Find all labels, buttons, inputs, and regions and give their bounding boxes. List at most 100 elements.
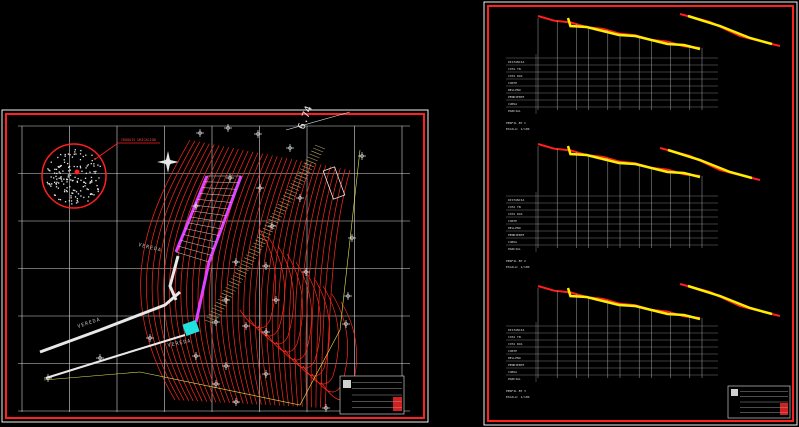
map-speck [68, 200, 70, 202]
map-speck [60, 176, 62, 178]
map-speck [64, 153, 66, 156]
map-speck [57, 156, 59, 159]
map-speck [71, 180, 74, 182]
map-speck [54, 194, 56, 196]
left-title-block[interactable] [339, 375, 405, 415]
map-speck [55, 175, 57, 178]
map-speck [76, 198, 79, 200]
map-speck [80, 149, 82, 152]
map-speck [89, 171, 91, 173]
map-speck [64, 155, 66, 157]
map-speck [94, 172, 96, 174]
title-block-logo-icon [731, 389, 738, 396]
map-speck [91, 159, 93, 162]
map-speck [53, 177, 55, 179]
map-speck [50, 176, 52, 178]
map-speck [73, 165, 75, 168]
map-speck [67, 153, 70, 155]
map-speck [57, 165, 59, 168]
map-speck [80, 195, 82, 197]
map-speck [50, 161, 52, 163]
cad-drawing-canvas[interactable]: CROQUIS UBICACION VEREDA VEREDA VEREDA 6… [0, 0, 799, 427]
table-row-label: PENDIENTE [508, 95, 524, 99]
map-speck [87, 164, 89, 166]
table-row-label: PENDIENTE [508, 363, 524, 367]
map-speck [86, 165, 88, 167]
right-title-block[interactable] [727, 385, 791, 419]
map-speck [68, 170, 70, 172]
table-row-label: DISTANCIA [508, 198, 524, 202]
map-speck [69, 186, 71, 188]
map-speck [76, 199, 78, 202]
map-speck [55, 183, 58, 185]
map-speck [76, 165, 78, 168]
map-speck [58, 198, 60, 201]
table-row-label: PARCIAL [508, 247, 521, 251]
map-speck [61, 180, 63, 182]
map-speck [67, 174, 70, 176]
map-speck [93, 163, 95, 165]
table-row-label: CURVA [508, 102, 517, 106]
map-speck [63, 178, 65, 180]
map-speck [99, 165, 101, 168]
map-speck [95, 179, 97, 182]
map-speck [54, 168, 56, 170]
location-map-label: CROQUIS UBICACION [121, 138, 156, 142]
map-speck [85, 172, 88, 174]
map-speck [84, 177, 87, 179]
map-speck [93, 170, 95, 173]
map-speck [56, 181, 58, 183]
map-speck [60, 164, 62, 167]
map-speck [70, 179, 72, 181]
map-speck [46, 181, 49, 184]
table-row-label: COTA RAS [508, 342, 523, 346]
profile-caption: PERFIL EP 1 [506, 121, 526, 125]
map-speck [63, 183, 65, 185]
map-speck [59, 199, 62, 201]
map-speck [97, 164, 99, 166]
map-speck [80, 179, 82, 181]
profile-scale: ESCALA: 1/100 [506, 265, 530, 269]
table-row-label: RELLENO [508, 226, 521, 230]
map-speck [60, 178, 62, 180]
map-speck [53, 181, 56, 183]
map-speck [81, 170, 83, 172]
map-speck [83, 196, 85, 199]
map-speck [80, 190, 82, 192]
map-speck [69, 154, 71, 156]
map-speck [56, 178, 58, 180]
table-row-label: CORTE [508, 219, 517, 223]
map-speck [86, 188, 88, 190]
map-speck [55, 168, 58, 171]
table-row-label: PARCIAL [508, 377, 521, 381]
profile-caption: PERFIL EP 2 [506, 259, 526, 263]
map-speck [95, 170, 97, 173]
table-row-label: COTA RAS [508, 74, 523, 78]
map-speck [66, 178, 68, 181]
table-row-label: DISTANCIA [508, 60, 524, 64]
map-speck [55, 186, 58, 188]
map-speck [74, 151, 76, 153]
map-speck [51, 183, 53, 185]
map-speck [79, 158, 82, 161]
table-row-label: COTA TN [508, 335, 521, 339]
map-speck [74, 189, 76, 192]
map-speck [70, 195, 72, 197]
map-speck [76, 180, 78, 183]
map-speck [64, 201, 67, 203]
table-row-label: DISTANCIA [508, 328, 524, 332]
map-speck [57, 187, 59, 189]
map-speck [70, 200, 73, 202]
map-speck [82, 155, 84, 158]
map-speck [91, 179, 93, 182]
map-speck [85, 182, 87, 184]
map-speck [90, 176, 93, 179]
map-speck [50, 185, 52, 187]
map-speck [66, 181, 68, 183]
map-speck [72, 189, 75, 191]
map-speck [74, 176, 76, 179]
map-speck [82, 181, 85, 183]
map-speck [84, 185, 86, 187]
map-speck [93, 194, 95, 196]
map-speck [49, 184, 51, 186]
